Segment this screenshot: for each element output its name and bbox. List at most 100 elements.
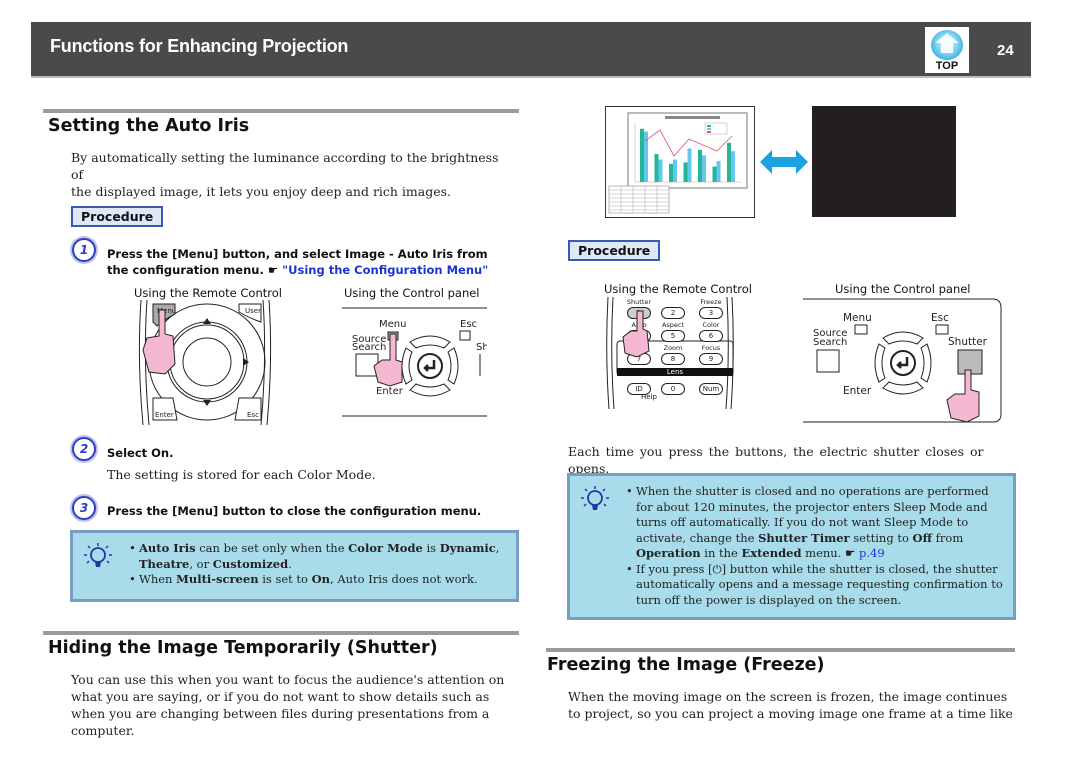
svg-text:Esc: Esc [931, 312, 949, 324]
shutter-result-text: Each time you press the buttons, the ele… [568, 444, 984, 476]
lens-label: Lens [666, 368, 684, 376]
svg-text:Enter: Enter [155, 411, 174, 419]
emphasis-text: Off [912, 530, 933, 545]
note-box-auto-iris: Auto Iris can be set only when the Color… [70, 530, 519, 602]
shutter-intro: You can use this when you want to focus … [71, 671, 526, 739]
illustration-bar [716, 161, 721, 182]
illustration-bar [698, 149, 702, 182]
control-panel-shutter-illustration: Menu Esc Source Search Shutter Enter [803, 298, 1002, 423]
illustration-bar [727, 142, 731, 182]
illustration-bar [712, 166, 717, 182]
note-text: , or [189, 556, 213, 571]
note-text: , Auto Iris does not work. [330, 572, 478, 586]
note-item: If you press [⏻] button while the shutte… [626, 562, 1004, 609]
house-window-icon [941, 43, 953, 53]
note-item: Auto Iris can be set only when the Color… [129, 541, 504, 572]
step-1-line: the configuration menu. ☛ "Using the Con… [107, 262, 527, 278]
illustration-bar [658, 159, 663, 182]
remote-key: 3 [699, 307, 723, 319]
control-panel-illustration: Menu Esc Source Search Sh Enter [342, 307, 487, 417]
house-roof-icon [935, 33, 959, 43]
page-link[interactable]: p.49 [855, 546, 885, 560]
step-number-2: 2 [72, 437, 96, 461]
intro-line: to project, so you can project a moving … [568, 706, 1013, 721]
svg-text:Esc: Esc [247, 411, 259, 419]
note-list: Auto Iris can be set only when the Color… [129, 541, 504, 588]
illustration-bar [640, 128, 644, 182]
config-menu-link[interactable]: "Using the Configuration Menu" [282, 263, 488, 277]
intro-line: When the moving image on the screen is f… [568, 689, 1008, 704]
figure-label-remote: Using the Remote Control [604, 282, 752, 296]
help-label: Help [641, 393, 657, 401]
step-number-3: 3 [72, 496, 96, 520]
remote-key: 9 [699, 353, 723, 365]
figure-label-panel: Using the Control panel [835, 282, 971, 296]
note-text: When [139, 572, 177, 586]
note-text: from [932, 530, 964, 545]
remote-key: Num [699, 383, 723, 395]
emphasis-text: Color Mode [348, 541, 423, 555]
svg-text:Esc: Esc [460, 319, 477, 330]
note-item: When the shutter is closed and no operat… [626, 484, 1004, 562]
emphasis-text: On [311, 572, 331, 586]
page-title: Functions for Enhancing Projection [50, 36, 349, 56]
intro-line: the displayed image, it lets you enjoy d… [71, 184, 452, 199]
svg-text:User: User [245, 307, 261, 315]
pressing-finger-icon [142, 309, 176, 375]
emphasis-text: Shutter Timer [758, 530, 850, 545]
illustration-bar [731, 151, 735, 182]
section-divider [43, 631, 519, 635]
note-text: is set to [258, 572, 312, 586]
step-2-text: Select On. [107, 446, 174, 460]
double-arrow-icon [760, 150, 808, 174]
step-1-prefix: the configuration menu. [107, 263, 268, 277]
key-label: Focus [701, 344, 721, 352]
intro-line: what you are saying, or if you do not wa… [71, 689, 490, 704]
emphasis-text: Customized [212, 556, 289, 571]
remote-key: 5 [661, 330, 685, 342]
remote-control-keypad-illustration: Shutter12Freeze3Auto4Aspect5Color Mode6S… [605, 297, 735, 409]
illustration-bar [702, 155, 706, 182]
emphasis-text: Extended [741, 546, 802, 560]
top-button-label: TOP [935, 60, 959, 72]
svg-text:Menu: Menu [379, 319, 406, 330]
pressing-finger-icon [622, 310, 650, 358]
svg-text:Menu: Menu [843, 312, 872, 324]
top-button[interactable]: TOP [925, 27, 969, 73]
svg-text:Search: Search [352, 342, 386, 353]
auto-iris-intro: By automatically setting the luminance a… [71, 149, 511, 200]
figure-label-remote: Using the Remote Control [134, 286, 282, 300]
emphasis-text: Multi-screen [176, 572, 259, 586]
lightbulb-icon [84, 543, 112, 567]
key-label: Shutter [626, 298, 652, 306]
note-text: in the [700, 546, 742, 560]
note-list: When the shutter is closed and no operat… [626, 484, 1004, 608]
remote-key: 0 [661, 383, 685, 395]
blank-screen-illustration [812, 106, 956, 217]
section-divider [43, 109, 519, 113]
intro-line: By automatically setting the luminance a… [71, 150, 499, 182]
illustration-bar [687, 148, 692, 182]
svg-text:Search: Search [813, 337, 847, 348]
illustration-bar [669, 163, 673, 182]
illustration-bar [673, 159, 677, 182]
remote-key: 2 [661, 307, 685, 319]
section-heading-auto-iris: Setting the Auto Iris [48, 116, 250, 136]
emphasis-text: Theatre [139, 556, 190, 571]
projected-chart-illustration [605, 106, 755, 218]
note-text: setting to [849, 530, 913, 545]
note-text: If you press [⏻] button while the shutte… [636, 561, 1003, 607]
illustration-bar [683, 162, 688, 182]
section-heading-freeze: Freezing the Image (Freeze) [547, 655, 825, 675]
freeze-intro: When the moving image on the screen is f… [568, 688, 1018, 722]
note-text: . [288, 556, 292, 571]
key-label: Freeze [700, 298, 722, 306]
emphasis-text: Operation [636, 546, 701, 560]
note-text: menu. [801, 546, 846, 560]
step-1-text: Press the [Menu] button, and select Imag… [107, 246, 527, 278]
note-box-shutter: When the shutter is closed and no operat… [567, 473, 1016, 620]
step-3-text: Press the [Menu] button to close the con… [107, 504, 482, 518]
pointing-hand-icon: ☛ [845, 546, 856, 560]
svg-text:Sh: Sh [476, 342, 487, 353]
emphasis-text: Auto Iris [139, 541, 196, 555]
